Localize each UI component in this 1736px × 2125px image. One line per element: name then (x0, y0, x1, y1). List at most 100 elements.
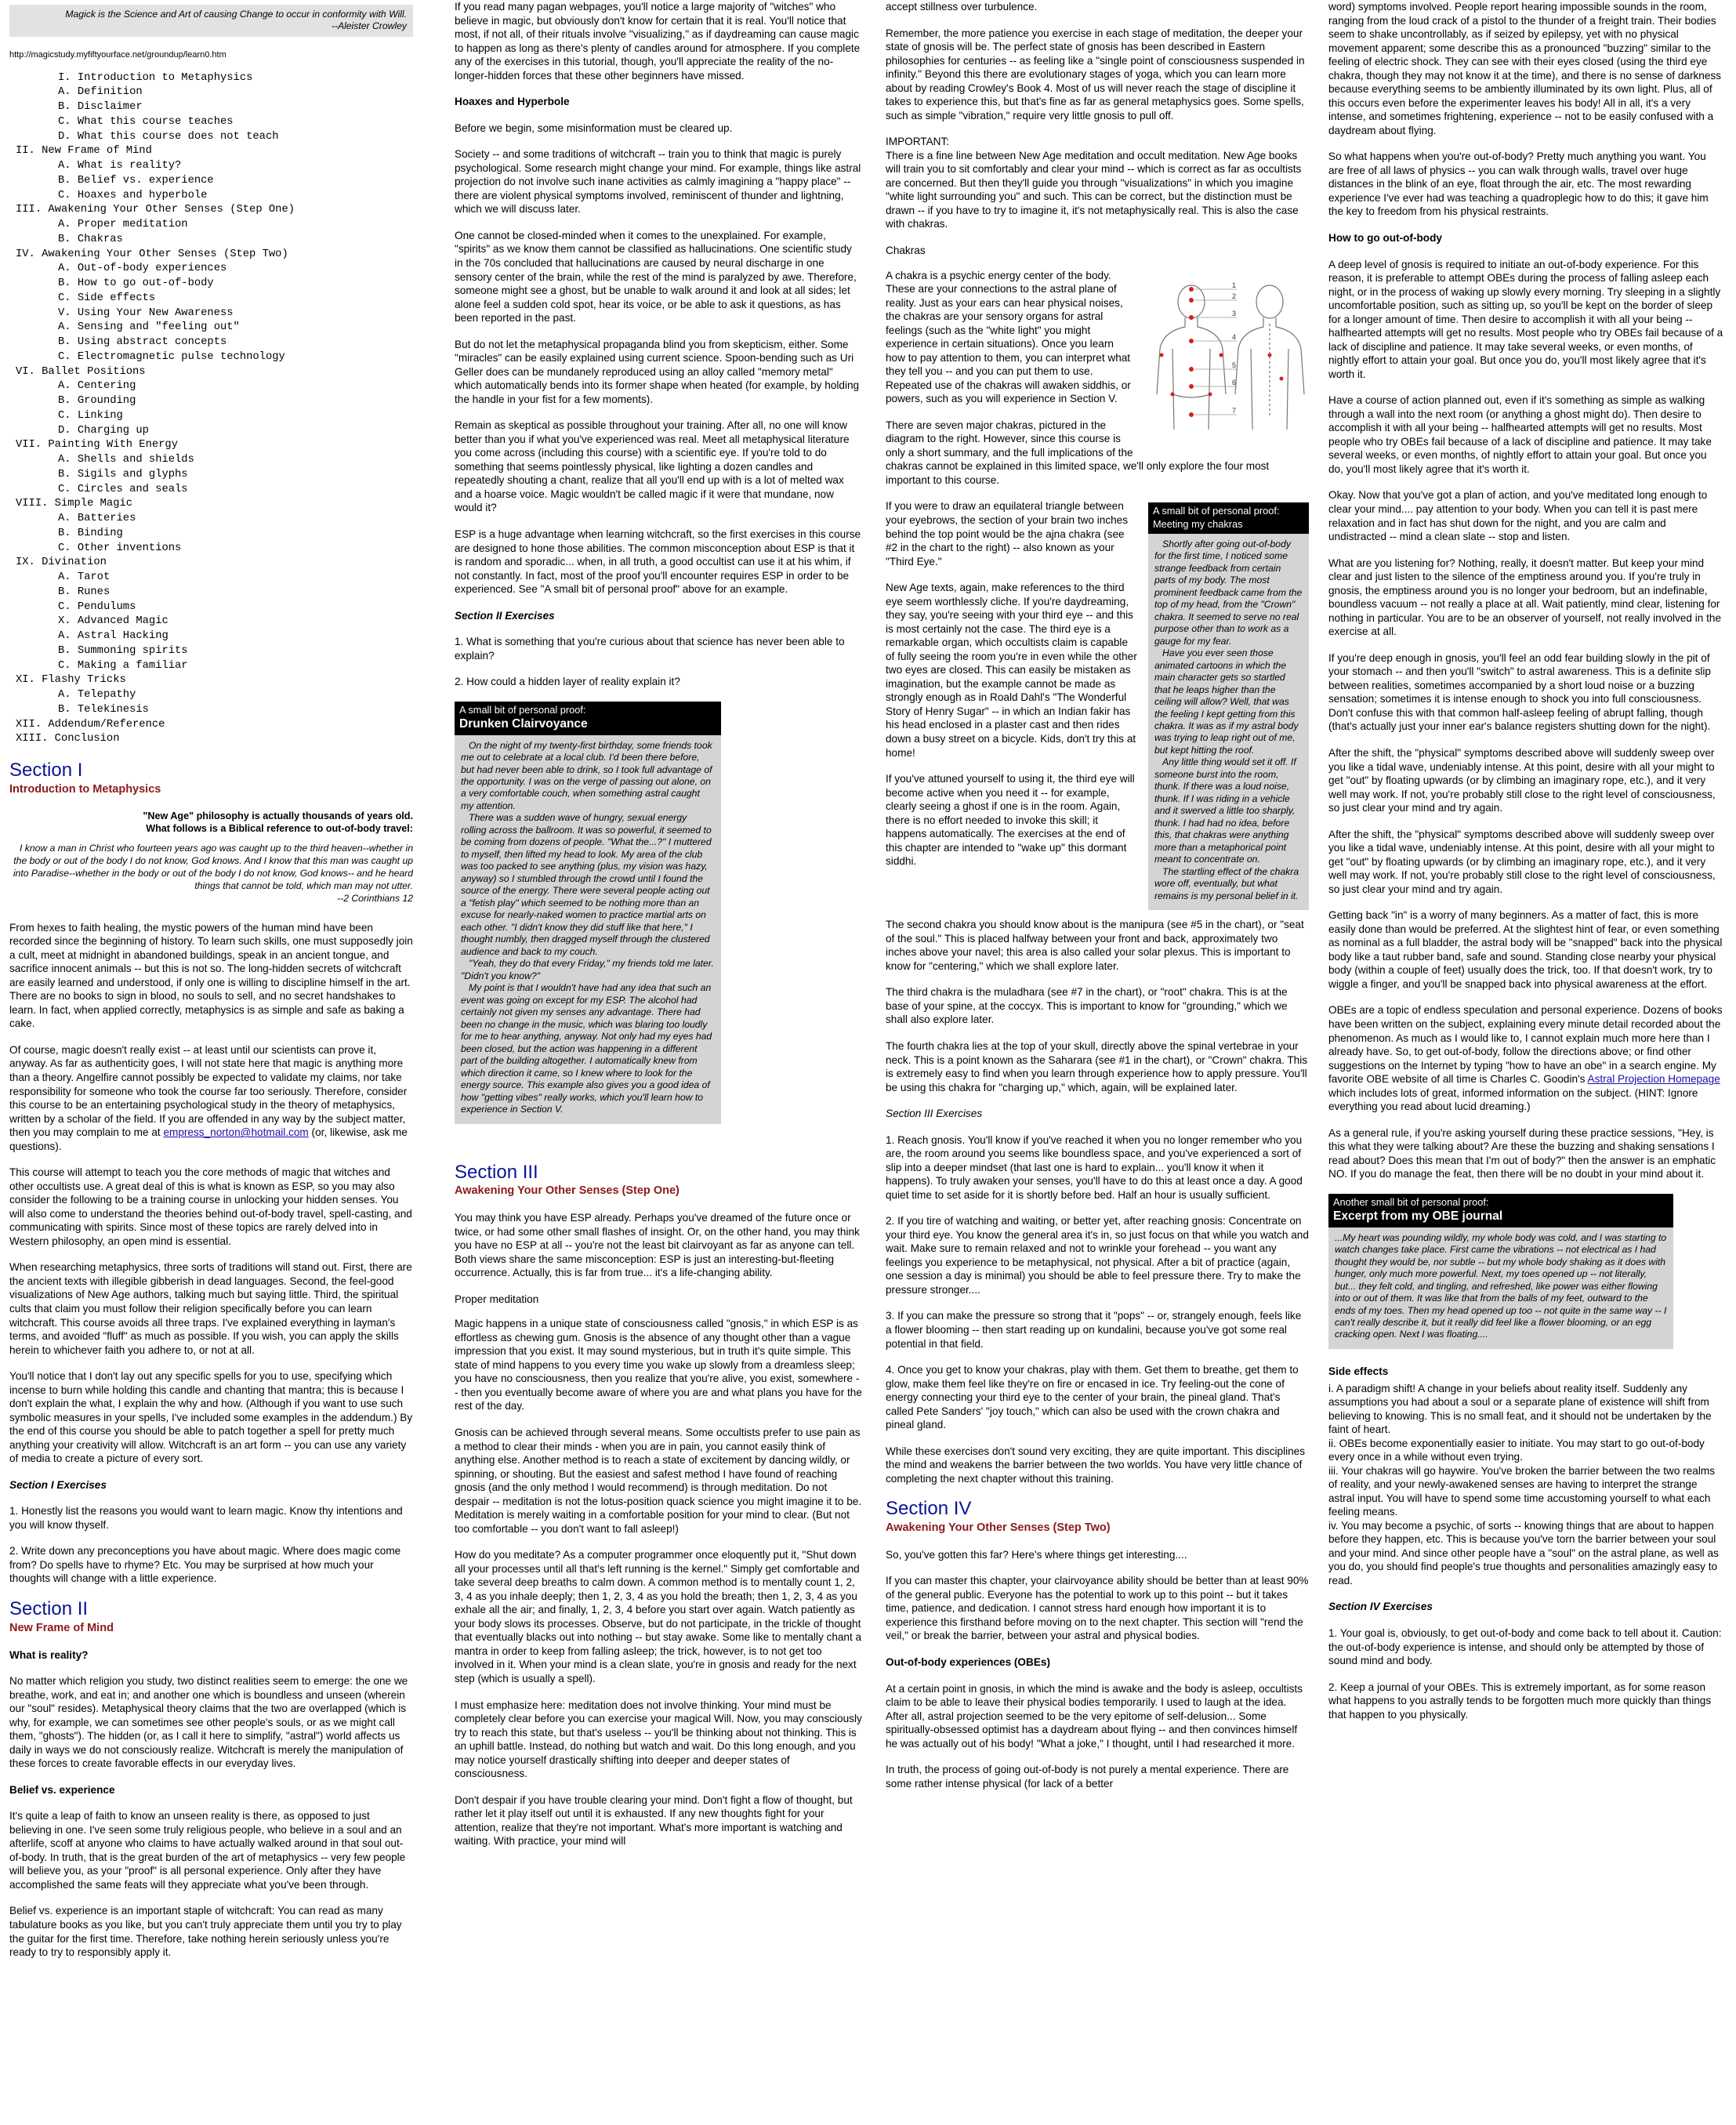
toc-item: XI. Flashy Tricks (16, 674, 126, 687)
toc-item: VII. Painting With Energy (16, 439, 178, 451)
toc-subitem: A. Sensing and "feeling out" (58, 321, 240, 334)
toc-subitem: B. Telekinesis (58, 703, 149, 716)
paragraph: Of course, magic doesn't really exist --… (9, 1043, 413, 1153)
paragraph: accept stillness over turbulence. (886, 1, 1038, 13)
paragraph: This course will attempt to teach you th… (9, 1166, 412, 1247)
important-label: IMPORTANT: (886, 136, 950, 148)
exercise-item: 2. If you tire of watching and waiting, … (886, 1215, 1309, 1296)
minor-energy-point (1170, 392, 1175, 396)
toc-subitem: A. Out-of-body experiences (58, 263, 227, 275)
toc-subitem: D. What this course does not teach (58, 130, 279, 143)
chakra-point (1189, 338, 1194, 343)
column-2: If you read many pagan webpages, you'll … (455, 0, 862, 1861)
proof-box-paragraph: ...My heart was pounding wildly, my whol… (1335, 1231, 1667, 1340)
proof-box-header: Another small bit of personal proof: Exc… (1328, 1193, 1673, 1227)
chakra-number: 3 (1232, 310, 1236, 317)
proof-box-paragraph: The startling effect of the chakra wore … (1154, 865, 1299, 901)
paragraph: Society -- and some traditions of witchc… (455, 148, 861, 216)
toc-subitem: B. How to go out-of-body (58, 277, 214, 290)
exercise-item: 1. Honestly list the reasons you would w… (9, 1505, 403, 1531)
chakra-number: 7 (1232, 407, 1236, 415)
proof-box-label: A small bit of personal proof: (459, 703, 586, 716)
exercise-item: 3. If you can make the pressure so stron… (886, 1310, 1302, 1350)
proof-box-paragraph: Have you ever seen those animated cartoo… (1154, 647, 1299, 756)
toc-item: IV. Awakening Your Other Senses (Step Tw… (16, 248, 288, 260)
section-1-exercises-heading: Section I Exercises (9, 1478, 107, 1491)
section-2-subtitle: New Frame of Mind (9, 1621, 114, 1634)
toc-subitem: C. Side effects (58, 292, 156, 304)
chakra-number: 4 (1232, 333, 1236, 341)
figure-torso-outline (1172, 348, 1211, 430)
proof-box-title: Excerpt from my OBE journal (1333, 1209, 1503, 1224)
paragraph: What are you listening for? Nothing, rea… (1328, 557, 1722, 638)
section-2-title: Section II (9, 1598, 89, 1620)
paragraph: One cannot be closed-minded when it come… (455, 229, 857, 325)
chakra-point (1189, 314, 1194, 320)
proof-box-paragraph: Shortly after going out-of-body for the … (1154, 538, 1303, 647)
paragraph: If you can master this chapter, your cla… (886, 1575, 1309, 1642)
exercise-item: 1. What is something that you're curious… (455, 636, 845, 662)
proof-box-paragraph: There was a sudden wave of hungry, sexua… (461, 812, 712, 957)
side-effect-item: iv. You may become a psychic, of sorts -… (1328, 1519, 1719, 1586)
minor-energy-point (1159, 353, 1164, 357)
paragraph: Remember, the more patience you exercise… (886, 27, 1305, 121)
section-4-exercises-heading: Section IV Exercises (1328, 1601, 1433, 1613)
toc-item: VI. Ballet Positions (16, 365, 146, 378)
paragraph: If you're deep enough in gnosis, you'll … (1328, 651, 1711, 733)
email-link[interactable]: empress_norton@hotmail.com (163, 1126, 308, 1138)
crowley-quote: Magick is the Science and Art of causing… (65, 9, 407, 20)
column-3: accept stillness over turbulence. Rememb… (886, 0, 1309, 1803)
toc-subitem: C. Electromagnetic pulse technology (58, 350, 285, 363)
paragraph: In truth, the process of going out-of-bo… (886, 1764, 1289, 1790)
chakra-point (1189, 366, 1194, 372)
toc-subitem: A. Centering (58, 380, 136, 393)
toc-subitem: C. Making a familiar (58, 659, 188, 672)
section-3-title: Section III (455, 1161, 538, 1183)
toc-subitem: C. Linking (58, 409, 123, 422)
paragraph: While these exercises don't sound very e… (886, 1445, 1306, 1485)
heading-chakras: Chakras (886, 244, 926, 256)
proof-box-body: ...My heart was pounding wildly, my whol… (1328, 1227, 1673, 1349)
epigraph-heading: "New Age" philosophy is actually thousan… (9, 810, 413, 836)
exercise-item: 4. Once you get to know your chakras, pl… (886, 1364, 1299, 1431)
paragraph: There is a fine line between New Age med… (886, 149, 1302, 230)
toc-subitem: X. Advanced Magic (58, 615, 169, 628)
figure-back-right-outline (1275, 317, 1305, 394)
toc-item: IX. Divination (16, 557, 107, 569)
paragraph: The second chakra you should know about … (886, 919, 1304, 972)
toc-subitem: A. Telepathy (58, 689, 136, 702)
paragraph: After the shift, the "physical" symptoms… (1328, 746, 1716, 814)
chakra-point (1189, 286, 1194, 292)
toc-subitem: C. Other inventions (58, 542, 182, 554)
page-url: http://magicstudy.myfiftyourface.net/gro… (9, 49, 227, 60)
toc-subitem: C. Pendulums (58, 600, 136, 613)
section-3-subtitle: Awakening Your Other Senses (Step One) (455, 1184, 680, 1198)
exercise-item: 1. Your goal is, obviously, to get out-o… (1328, 1627, 1722, 1667)
proof-box-paragraph: On the night of my twenty-first birthday… (461, 739, 712, 811)
side-effect-item: iii. Your chakras will go haywire. You'v… (1328, 1464, 1715, 1518)
astral-projection-homepage-link[interactable]: Astral Projection Homepage (1588, 1073, 1720, 1085)
heading-side-effects: Side effects (1328, 1365, 1389, 1377)
paragraph: The fourth chakra lies at the top of you… (886, 1039, 1308, 1093)
toc-subitem: C. Circles and seals (58, 483, 188, 495)
epigraph-heading-line: What follows is a Biblical reference to … (146, 823, 413, 835)
paragraph: I must emphasize here: meditation does n… (455, 1699, 862, 1780)
heading-hoaxes: Hoaxes and Hyperbole (455, 96, 570, 108)
toc-item: II. New Frame of Mind (16, 145, 152, 158)
paragraph: Have a course of action planned out, eve… (1328, 394, 1712, 475)
paragraph: ESP is a huge advantage when learning wi… (455, 528, 861, 596)
figure-waist-outline (1172, 393, 1211, 398)
side-effect-item: ii. OBEs become exponentially easier to … (1328, 1437, 1705, 1463)
paragraph: The third chakra is the muladhara (see #… (886, 986, 1288, 1026)
minor-energy-point (1279, 376, 1284, 380)
minor-energy-point (1219, 353, 1223, 357)
figure-back-torso-outline (1250, 348, 1289, 430)
toc-subitem: B. Belief vs. experience (58, 174, 214, 187)
proof-box-label: Another small bit of personal proof: (1333, 1195, 1489, 1208)
figure-back-left-outline (1234, 317, 1264, 394)
paragraph: You may think you have ESP already. Perh… (455, 1212, 860, 1279)
toc-item: III. Awakening Your Other Senses (Step O… (16, 204, 295, 216)
proof-box-label: A small bit of personal proof: (1153, 505, 1280, 517)
section-4-title: Section IV (886, 1498, 972, 1520)
exercise-item: 2. Write down any preconceptions you hav… (9, 1545, 401, 1585)
